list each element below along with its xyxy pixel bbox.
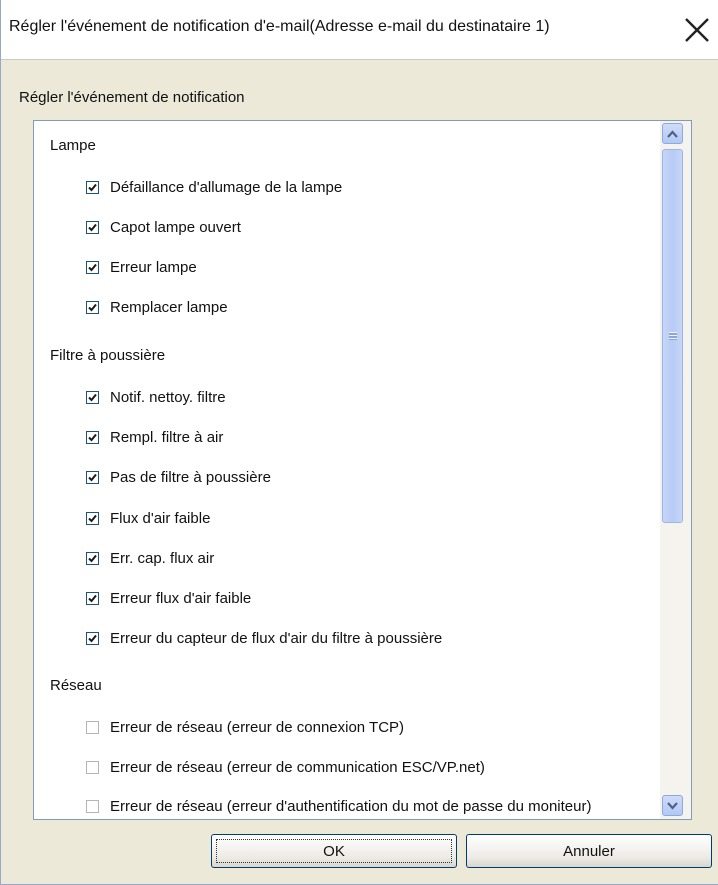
checkbox-item[interactable]: Erreur flux d'air faible bbox=[86, 587, 251, 609]
checkbox-label: Erreur flux d'air faible bbox=[110, 589, 252, 607]
category-reseau: Réseau bbox=[50, 677, 102, 694]
checkmark-icon bbox=[88, 393, 97, 401]
category-lampe: Lampe bbox=[50, 137, 96, 154]
checkbox-label: Erreur de réseau (erreur d'authentificat… bbox=[110, 797, 592, 815]
checkbox-item[interactable]: Rempl. filtre à air bbox=[86, 426, 223, 448]
checkbox[interactable] bbox=[86, 511, 99, 525]
checkbox[interactable] bbox=[86, 720, 99, 734]
checkbox-label: Remplacer lampe bbox=[110, 298, 228, 316]
section-label: Régler l'événement de notification bbox=[19, 89, 245, 106]
checkbox[interactable] bbox=[86, 631, 99, 645]
checkbox[interactable] bbox=[86, 390, 99, 404]
checkbox-label: Erreur lampe bbox=[110, 258, 197, 276]
title-bar[interactable]: Régler l'événement de notification d'e-m… bbox=[1, 0, 718, 60]
checkbox-item[interactable]: Erreur de réseau (erreur de communicatio… bbox=[86, 756, 485, 778]
chevron-up-icon bbox=[667, 129, 678, 138]
checkmark-icon bbox=[88, 554, 97, 562]
checkbox-label: Capot lampe ouvert bbox=[110, 218, 241, 236]
checkmark-icon bbox=[88, 433, 97, 441]
list-content: Lampe Défaillance d'allumage de la lampe… bbox=[34, 121, 660, 819]
checkbox[interactable] bbox=[86, 260, 99, 274]
checkbox-label: Erreur du capteur de flux d'air du filtr… bbox=[110, 629, 443, 647]
checkbox-item[interactable]: Notif. nettoy. filtre bbox=[86, 386, 226, 408]
checkbox-item[interactable]: Pas de filtre à poussière bbox=[86, 466, 271, 488]
focus-rect bbox=[216, 839, 452, 863]
notification-event-list[interactable]: Lampe Défaillance d'allumage de la lampe… bbox=[33, 120, 692, 820]
checkbox-label: Défaillance d'allumage de la lampe bbox=[110, 178, 343, 196]
checkbox[interactable] bbox=[86, 591, 99, 605]
checkbox[interactable] bbox=[86, 760, 99, 774]
scroll-down-button[interactable] bbox=[662, 795, 683, 816]
checkbox-item[interactable]: Erreur du capteur de flux d'air du filtr… bbox=[86, 627, 442, 649]
checkbox[interactable] bbox=[86, 220, 99, 234]
checkbox-label: Flux d'air faible bbox=[110, 509, 211, 527]
checkmark-icon bbox=[88, 473, 97, 481]
checkbox-label: Pas de filtre à poussière bbox=[110, 468, 271, 486]
checkbox[interactable] bbox=[86, 799, 99, 813]
checkbox-label: Erreur de réseau (erreur de communicatio… bbox=[110, 758, 485, 776]
checkbox[interactable] bbox=[86, 180, 99, 194]
checkbox-label: Notif. nettoy. filtre bbox=[110, 388, 226, 406]
checkmark-icon bbox=[88, 634, 97, 642]
checkmark-icon bbox=[88, 183, 97, 191]
checkmark-icon bbox=[88, 223, 97, 231]
checkmark-icon bbox=[88, 263, 97, 271]
scroll-thumb[interactable] bbox=[662, 149, 683, 523]
checkbox-item[interactable]: Erreur de réseau (erreur de connexion TC… bbox=[86, 716, 404, 738]
checkmark-icon bbox=[88, 514, 97, 522]
checkbox-item[interactable]: Erreur de réseau (erreur d'authentificat… bbox=[86, 795, 591, 817]
checkmark-icon bbox=[88, 594, 97, 602]
checkbox-label: Err. cap. flux air bbox=[110, 549, 215, 567]
ok-button[interactable]: OK bbox=[211, 834, 457, 868]
checkbox-item[interactable]: Err. cap. flux air bbox=[86, 547, 214, 569]
checkbox[interactable] bbox=[86, 430, 99, 444]
vertical-scrollbar[interactable] bbox=[660, 121, 691, 819]
checkbox-item[interactable]: Capot lampe ouvert bbox=[86, 216, 241, 238]
checkbox-item[interactable]: Défaillance d'allumage de la lampe bbox=[86, 176, 342, 198]
checkbox[interactable] bbox=[86, 470, 99, 484]
grip-icon bbox=[669, 332, 677, 340]
checkbox-item[interactable]: Erreur lampe bbox=[86, 256, 197, 278]
checkbox-item[interactable]: Flux d'air faible bbox=[86, 507, 210, 529]
dialog-title: Régler l'événement de notification d'e-m… bbox=[9, 18, 550, 35]
checkbox-item[interactable]: Remplacer lampe bbox=[86, 296, 228, 318]
checkbox[interactable] bbox=[86, 300, 99, 314]
chevron-down-icon bbox=[667, 801, 678, 810]
checkbox[interactable] bbox=[86, 551, 99, 565]
cancel-button[interactable]: Annuler bbox=[466, 834, 712, 868]
category-filtre: Filtre à poussière bbox=[50, 347, 166, 364]
dialog-window: Régler l'événement de notification d'e-m… bbox=[0, 0, 718, 885]
checkbox-label: Rempl. filtre à air bbox=[110, 428, 224, 446]
close-x-icon bbox=[685, 18, 709, 42]
cancel-button-label: Annuler bbox=[563, 842, 615, 860]
checkbox-label: Erreur de réseau (erreur de connexion TC… bbox=[110, 718, 405, 736]
close-button[interactable] bbox=[679, 10, 715, 50]
checkmark-icon bbox=[88, 303, 97, 311]
scroll-up-button[interactable] bbox=[662, 123, 683, 144]
